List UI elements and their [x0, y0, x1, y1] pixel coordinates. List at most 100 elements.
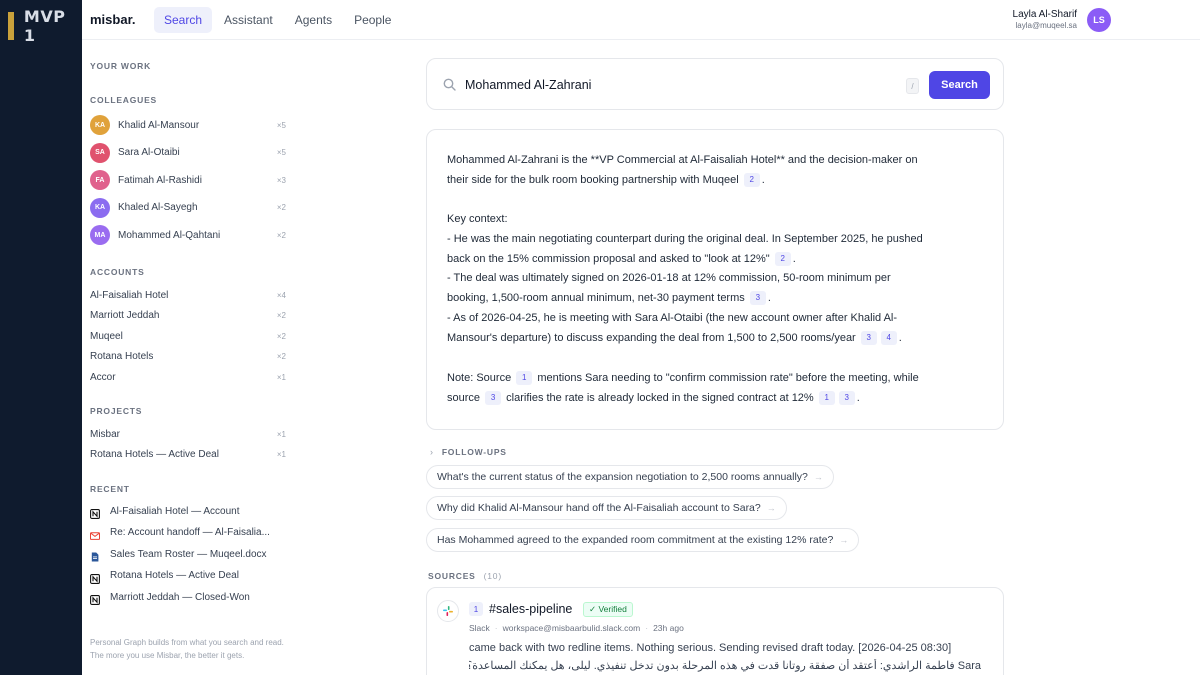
account-item-label: Accor: [90, 371, 116, 383]
account-item[interactable]: Marriott Jeddah ×2: [90, 308, 286, 324]
source-snippet: came back with two redline items. Nothin…: [469, 642, 952, 654]
source-app: Slack: [469, 623, 490, 633]
account-item-label: Al-Faisaliah Hotel: [90, 289, 169, 301]
tab-agents[interactable]: Agents: [285, 7, 342, 33]
your-work-title: YOUR WORK: [90, 61, 152, 71]
tab-assistant[interactable]: Assistant: [214, 7, 283, 33]
answer-card: Mohammed Al-Zahrani is the **VP Commerci…: [426, 129, 1004, 430]
answer-text: back on the 15% commission proposal and …: [447, 253, 770, 265]
account-item[interactable]: Accor ×1: [90, 369, 286, 385]
citation-badge[interactable]: 3: [749, 291, 766, 305]
colleague-item[interactable]: MA Mohammed Al-Qahtani ×2: [90, 224, 286, 246]
gmail-icon: [90, 528, 100, 540]
citation-badge[interactable]: 2: [743, 173, 760, 187]
source-number: 1: [469, 602, 483, 616]
followup-chip[interactable]: What's the current status of the expansi…: [426, 465, 834, 489]
citation-badge[interactable]: 3: [485, 391, 502, 405]
recent-item[interactable]: Sales Team Roster — Muqeel.docx: [90, 546, 286, 562]
recent-item-label: Re: Account handoff — Al-Faisalia...: [110, 527, 270, 538]
shortcut-hint: /: [906, 78, 919, 94]
colleague-count: ×2: [276, 203, 286, 212]
mvp-badge-label: MVP 1: [23, 7, 66, 45]
tab-search[interactable]: Search: [154, 6, 213, 33]
answer-text: their side for the bulk room booking par…: [447, 174, 739, 186]
answer-line: - The deal was ultimately signed on 2026…: [447, 272, 891, 284]
avatar: SA: [90, 142, 110, 163]
project-item[interactable]: Misbar ×1: [90, 426, 286, 442]
colleague-name: Khaled Al-Sayegh: [118, 202, 198, 213]
account-item[interactable]: Al-Faisaliah Hotel ×4: [90, 287, 286, 303]
answer-line: - He was the main negotiating counterpar…: [447, 233, 923, 245]
recent-title: RECENT: [90, 484, 130, 494]
colleague-count: ×5: [276, 120, 286, 130]
left-rail: MVP 1: [0, 0, 82, 675]
source-meta: Slack · workspace@misbaarbulid.slack.com · 2…: [469, 623, 684, 633]
avatar: KA: [90, 197, 110, 218]
search-input[interactable]: [465, 75, 885, 95]
answer-line: source 3 clarifies the rate is already l…: [447, 391, 860, 405]
notion-icon: [90, 506, 100, 519]
account-item-count: ×2: [276, 352, 286, 361]
account-item[interactable]: Rotana Hotels ×2: [90, 349, 286, 365]
colleague-item[interactable]: SA Sara Al-Otaibi ×5: [90, 142, 286, 164]
project-item-label: Misbar: [90, 428, 121, 440]
citation-badge[interactable]: 1: [516, 371, 533, 385]
colleague-item[interactable]: KA Khaled Al-Sayegh ×2: [90, 197, 286, 219]
colleague-name: Mohammed Al-Qahtani: [118, 229, 221, 241]
user-name: Layla Al-Sharif: [1012, 9, 1077, 20]
recent-item[interactable]: Re: Account handoff — Al-Faisalia...: [90, 525, 286, 541]
answer-line: their side for the bulk room booking par…: [447, 173, 765, 187]
answer-punct: .: [761, 174, 765, 186]
citation-badge[interactable]: 3: [860, 331, 877, 345]
account-item-label: Marriott Jeddah: [90, 310, 160, 321]
followups-title: FOLLOW-UPS: [441, 447, 507, 457]
account-item-label: Muqeel: [90, 330, 123, 342]
source-card[interactable]: 1 #sales-pipeline ✓ Verified Slack · works…: [426, 587, 1004, 675]
account-item[interactable]: Muqeel ×2: [90, 328, 286, 344]
mvp-badge-bar: [8, 12, 14, 40]
answer-line: back on the 15% commission proposal and …: [447, 252, 796, 266]
sidebar: YOUR WORK COLLEAGUES KA Khalid Al-Mansour…: [82, 40, 292, 675]
recent-item[interactable]: Marriott Jeddah — Closed-Won: [90, 589, 286, 605]
followup-chip[interactable]: Why did Khalid Al-Mansour hand off the A…: [426, 496, 787, 520]
source-title[interactable]: #sales-pipeline: [489, 602, 572, 616]
citation-badge[interactable]: 3: [838, 391, 855, 405]
colleague-item[interactable]: KA Khalid Al-Mansour ×5: [90, 114, 286, 136]
recent-item-label: Sales Team Roster — Muqeel.docx: [110, 548, 267, 560]
verified-badge: ✓ Verified: [583, 602, 633, 617]
avatar: KA: [90, 115, 110, 135]
citation-badge[interactable]: 2: [774, 252, 791, 266]
sources-header: SOURCES (10): [428, 571, 502, 581]
project-item[interactable]: Rotana Hotels — Active Deal ×1: [90, 447, 286, 463]
user-info[interactable]: Layla Al-Sharif layla@muqeel.sa: [1013, 9, 1077, 30]
arrow-right-icon: →: [839, 535, 849, 545]
citation-badge[interactable]: 1: [818, 391, 835, 405]
avatar: FA: [90, 170, 110, 190]
answer-punct: .: [856, 392, 860, 404]
answer-text: clarifies the rate is already locked in …: [506, 392, 814, 404]
search-button[interactable]: Search: [929, 71, 990, 99]
followup-text: What's the current status of the expansi…: [437, 471, 808, 483]
colleague-count: ×3: [276, 175, 286, 185]
recent-item[interactable]: Rotana Hotels — Active Deal: [90, 568, 286, 584]
personal-graph-note: Personal Graph builds from what you sear…: [90, 638, 284, 660]
projects-title: PROJECTS: [90, 406, 143, 416]
followups-toggle[interactable]: › FOLLOW-UPS: [430, 447, 507, 457]
recent-item[interactable]: Al-Faisaliah Hotel — Account: [90, 503, 286, 519]
answer-line: Mansour's departure) to discuss expandin…: [447, 331, 902, 345]
avatar[interactable]: LS: [1087, 8, 1111, 32]
followup-text: Why did Khalid Al-Mansour hand off the A…: [437, 502, 761, 514]
chevron-right-icon: ›: [430, 447, 434, 457]
search-bar: / Search: [426, 58, 1004, 110]
sources-count: (10): [483, 571, 502, 581]
followup-chip[interactable]: Has Mohammed agreed to the expanded room…: [426, 528, 860, 552]
colleagues-title: COLLEAGUES: [90, 95, 158, 105]
notion-icon: [90, 592, 100, 605]
answer-line: Key context:: [447, 213, 508, 225]
tab-people[interactable]: People: [344, 7, 401, 33]
colleague-item[interactable]: FA Fatimah Al-Rashidi ×3: [90, 169, 286, 191]
notion-icon: [90, 571, 100, 584]
answer-text: Note: Source: [447, 372, 512, 384]
citation-badge[interactable]: 4: [880, 331, 897, 345]
logo[interactable]: misbar.: [90, 12, 154, 27]
